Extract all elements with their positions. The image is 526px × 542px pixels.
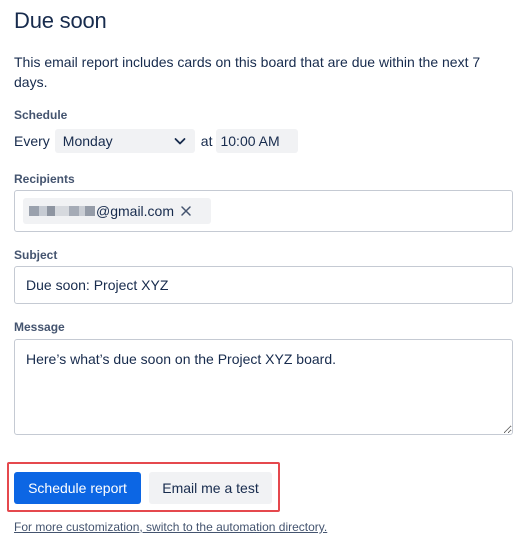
- chevron-down-icon: [174, 138, 186, 145]
- at-text: at: [200, 133, 213, 149]
- redacted-email-name-part: [47, 206, 55, 216]
- schedule-row: Every Monday at 10:00 AM: [14, 129, 299, 153]
- schedule-report-button[interactable]: Schedule report: [14, 472, 141, 504]
- automation-directory-link[interactable]: For more customization, switch to the au…: [14, 520, 327, 534]
- recipients-input[interactable]: @gmail.com: [14, 190, 513, 232]
- redacted-email-name: [29, 206, 39, 216]
- recipient-chip: @gmail.com: [23, 198, 211, 224]
- recipients-label: Recipients: [14, 172, 75, 186]
- subject-label: Subject: [14, 248, 58, 262]
- day-select-value: Monday: [62, 133, 113, 149]
- redacted-email-name-part: [69, 206, 79, 216]
- report-description: This email report includes cards on this…: [14, 54, 481, 90]
- message-textarea[interactable]: Here’s what’s due soon on the Project XY…: [14, 339, 513, 435]
- redacted-email-name-part: [39, 206, 47, 216]
- subject-input[interactable]: [14, 266, 513, 304]
- every-text: Every: [14, 133, 50, 149]
- time-value: 10:00 AM: [220, 133, 280, 149]
- schedule-label: Schedule: [14, 108, 68, 122]
- email-test-button[interactable]: Email me a test: [149, 472, 272, 504]
- recipient-email-text: @gmail.com: [96, 203, 175, 219]
- due-soon-report-form: Due soon This email report includes card…: [0, 0, 526, 542]
- day-select[interactable]: Monday: [54, 129, 195, 153]
- page-title: Due soon: [14, 8, 107, 33]
- time-input[interactable]: 10:00 AM: [216, 129, 299, 153]
- close-icon[interactable]: [180, 205, 192, 217]
- redacted-email-name-part: [85, 206, 95, 216]
- redacted-email-name-part: [55, 206, 69, 216]
- message-label: Message: [14, 320, 65, 334]
